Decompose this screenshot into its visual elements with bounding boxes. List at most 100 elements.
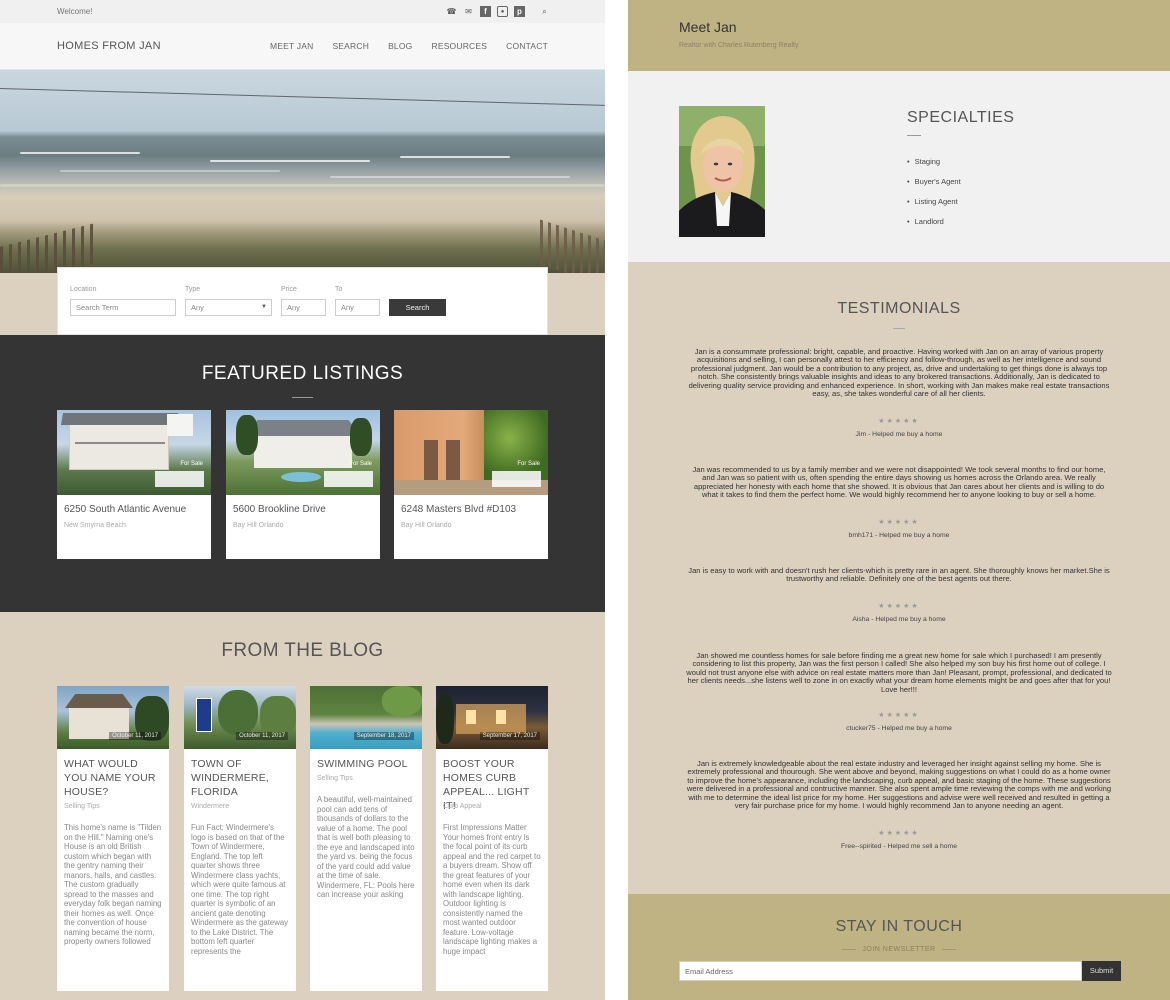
specialties-list: Staging Buyer's Agent Listing Agent Land… [907,157,961,237]
nav-blog[interactable]: BLOG [388,41,412,51]
specialty-item: Buyer's Agent [907,177,961,197]
meet-jan-panel: Meet Jan Realtor with Charles Rutenberg … [628,0,1170,1000]
post-date: September 18, 2017 [353,732,414,740]
type-select[interactable]: Any ▼ [185,299,272,316]
post-title[interactable]: WHAT WOULD YOU NAME YOUR HOUSE? [64,757,164,799]
testimonial-text: Jan is easy to work with and doesn't rus… [688,566,1110,584]
main-nav: MEET JAN SEARCH BLOG RESOURCES CONTACT [270,41,548,51]
rating-stars: ★★★★★ [878,712,920,719]
featured-title: FEATURED LISTINGS [201,363,404,384]
pinterest-icon[interactable]: p [514,6,525,17]
post-category[interactable]: Selling Tips [317,775,353,782]
property-search-form: Location Search Term Type Any ▼ Price An… [57,267,548,335]
listing-card[interactable]: For Sale 6250 South Atlantic Avenue New … [57,410,211,559]
listing-card[interactable]: For Sale 5600 Brookline Drive Bay Hill O… [226,410,380,559]
site-brand[interactable]: HOMES FROM JAN [57,40,161,52]
listing-location: Bay Hill Orlando [401,522,452,529]
instagram-icon[interactable]: ● [497,6,508,17]
blog-post-card[interactable]: September 18, 2017 SWIMMING POOL Selling… [310,686,422,991]
post-category[interactable]: Windermere [191,803,229,810]
page-subtitle: Realtor with Charles Rutenberg Realty [679,42,799,49]
specialty-item: Landlord [907,217,961,237]
specialty-item: Staging [907,157,961,177]
email-field[interactable]: Email Address [679,961,1082,981]
listing-price-badge [324,471,373,487]
welcome-text: Welcome! [57,7,93,16]
testimonial-author: Jim - Helped me buy a home [855,431,943,438]
testimonial-text: Jan is extremely knowledgeable about the… [686,759,1112,811]
newsletter-subtitle: JOIN NEWSLETTER [628,946,1170,953]
post-excerpt: Fun Fact: Windermere's logo is based on … [191,823,289,956]
nav-resources[interactable]: RESOURCES [431,41,487,51]
rating-stars: ★★★★★ [878,418,920,425]
post-title[interactable]: TOWN OF WINDERMERE, FLORIDA [191,757,291,799]
site-header: HOMES FROM JAN MEET JAN SEARCH BLOG RESO… [0,23,605,70]
price-max-input[interactable]: Any [335,299,380,316]
hero-beach-image [0,70,605,273]
post-excerpt: First Impressions Matter Your homes fron… [443,823,541,956]
page-title: Meet Jan [679,19,737,35]
price-min-input[interactable]: Any [281,299,326,316]
profile-section: SPECIALTIES Staging Buyer's Agent Listin… [628,71,1170,262]
specialties-title: SPECIALTIES [907,109,1015,126]
newsletter-title: STAY IN TOUCH [835,918,963,935]
search-icon[interactable]: ⌕ [539,6,550,17]
nav-meet-jan[interactable]: MEET JAN [270,41,313,51]
price-to-label: To [335,286,343,293]
testimonial-author: bmh171 - Helped me buy a home [848,532,950,539]
top-bar: Welcome! ☎ ✉ f ● p ⌕ [0,0,605,23]
listing-address[interactable]: 6250 South Atlantic Avenue [64,504,186,515]
rating-stars: ★★★★★ [878,519,920,526]
specialty-item: Listing Agent [907,197,961,217]
testimonials-section: TESTIMONIALS Jan is a consummate profess… [628,262,1170,894]
social-icons: ☎ ✉ f ● p ⌕ [446,6,550,17]
post-excerpt: This home's name is "Tilden on the Hill.… [64,823,162,946]
listing-price-badge [155,471,204,487]
listing-location: Bay Hill Orlando [233,522,284,529]
listing-status: For Sale [517,461,540,467]
blog-post-card[interactable]: September 17, 2017 BOOST YOUR HOMES CURB… [436,686,548,991]
panel-divider [605,0,628,1000]
listing-address[interactable]: 5600 Brookline Drive [233,504,326,515]
type-select-value: Any [191,303,204,312]
nav-search[interactable]: SEARCH [332,41,369,51]
testimonial-author: Aisha - Helped me buy a home [852,616,946,623]
post-title[interactable]: SWIMMING POOL [317,757,417,771]
facebook-icon[interactable]: f [480,6,491,17]
type-label: Type [185,286,201,293]
post-excerpt: A beautiful, well-maintained pool can ad… [317,795,415,899]
newsletter-section: STAY IN TOUCH JOIN NEWSLETTER Email Addr… [628,894,1170,1000]
testimonials-title: TESTIMONIALS [837,300,961,317]
search-button[interactable]: Search [389,299,446,316]
post-date: October 11, 2017 [236,732,288,740]
testimonial-text: Jan showed me countless homes for sale b… [686,651,1112,694]
post-category[interactable]: Curb Appeal [443,803,482,810]
submit-button[interactable]: Submit [1082,961,1121,981]
blog-post-card[interactable]: October 11, 2017 TOWN OF WINDERMERE, FLO… [184,686,296,991]
newsletter-subtitle-text: JOIN NEWSLETTER [862,946,936,953]
rating-stars: ★★★★★ [878,603,920,610]
listing-card[interactable]: For Sale 6248 Masters Blvd #D103 Bay Hil… [394,410,548,559]
testimonial-author: ctucker75 - Helped me buy a home [846,725,952,732]
nav-contact[interactable]: CONTACT [506,41,548,51]
listing-location: New Smyrna Beach [64,522,126,529]
blog-section-title: FROM THE BLOG [221,640,384,661]
listing-price-badge [492,471,541,487]
post-category[interactable]: Selling Tips [64,803,100,810]
post-date: October 11, 2017 [109,732,161,740]
mail-icon[interactable]: ✉ [463,6,474,17]
post-date: September 17, 2017 [479,732,540,740]
location-label: Location [70,286,97,293]
featured-listings-section: FEATURED LISTINGS For Sale 6250 South At… [0,335,605,612]
agent-photo [679,106,765,237]
meet-header: Meet Jan Realtor with Charles Rutenberg … [628,0,1170,71]
testimonial-text: Jan was recommended to us by a family me… [692,465,1106,500]
listing-status: For Sale [349,461,372,467]
phone-icon[interactable]: ☎ [446,6,457,17]
location-input[interactable]: Search Term [70,299,176,316]
listing-address[interactable]: 6248 Masters Blvd #D103 [401,504,516,515]
homepage-panel: Welcome! ☎ ✉ f ● p ⌕ HOMES FROM JAN MEET… [0,0,605,1000]
blog-post-card[interactable]: October 11, 2017 WHAT WOULD YOU NAME YOU… [57,686,169,991]
price-label: Price [281,286,297,293]
rating-stars: ★★★★★ [878,830,920,837]
